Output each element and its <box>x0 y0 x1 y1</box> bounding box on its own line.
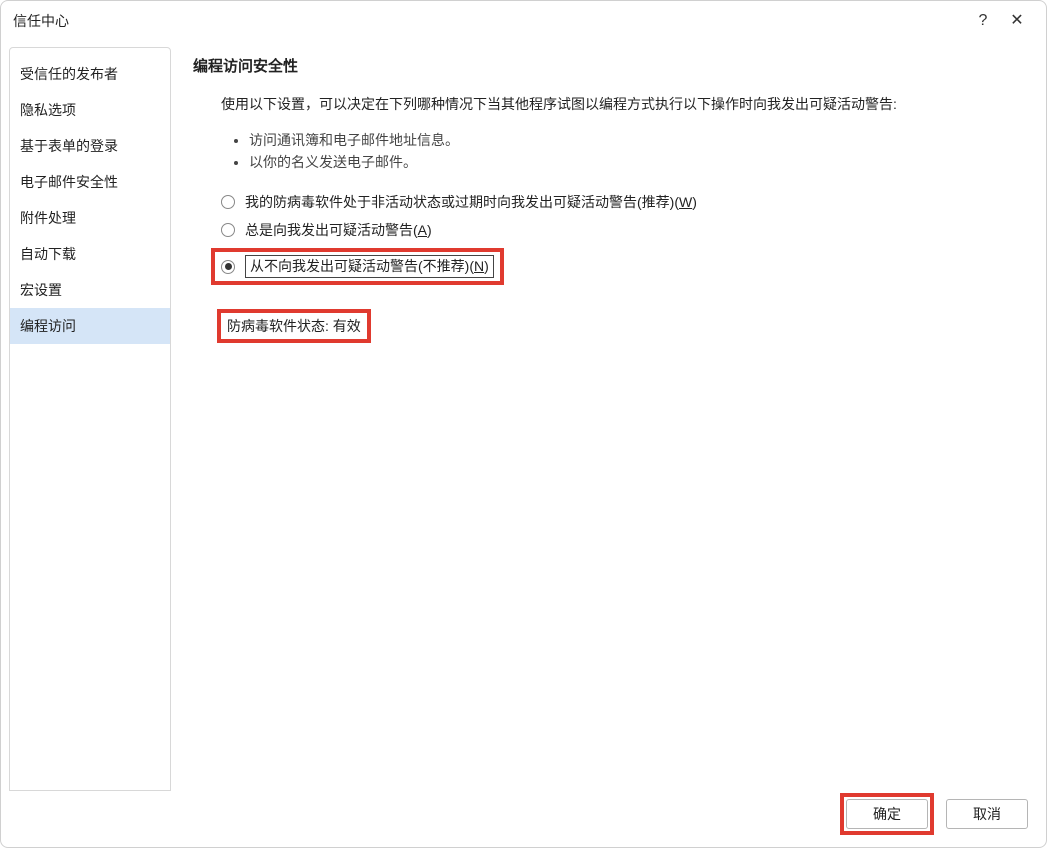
intro-text: 使用以下设置，可以决定在下列哪种情况下当其他程序试图以编程方式执行以下操作时向我… <box>221 94 1032 114</box>
sidebar-item-label: 隐私选项 <box>20 102 76 118</box>
sidebar-item-label: 基于表单的登录 <box>20 138 118 154</box>
sidebar-item-programmatic-access[interactable]: 编程访问 <box>10 308 170 344</box>
sidebar-item-macro-settings[interactable]: 宏设置 <box>10 272 170 308</box>
dialog-title: 信任中心 <box>13 11 966 31</box>
sidebar-item-privacy-options[interactable]: 隐私选项 <box>10 92 170 128</box>
annotation-highlight: 从不向我发出可疑活动警告(不推荐)(N) <box>211 248 504 285</box>
titlebar: 信任中心 ? ✕ <box>1 1 1046 41</box>
sidebar: 受信任的发布者 隐私选项 基于表单的登录 电子邮件安全性 附件处理 自动下载 宏… <box>9 47 171 791</box>
sidebar-item-label: 附件处理 <box>20 210 76 226</box>
sidebar-item-trusted-publishers[interactable]: 受信任的发布者 <box>10 56 170 92</box>
sidebar-item-label: 自动下载 <box>20 246 76 262</box>
bullet-item: 以你的名义发送电子邮件。 <box>249 152 1032 172</box>
annotation-highlight: 确定 <box>840 793 934 835</box>
radio-icon <box>221 260 235 274</box>
radio-option-recommended[interactable]: 我的防病毒软件处于非活动状态或过期时向我发出可疑活动警告(推荐)(W) <box>221 192 1032 212</box>
radio-icon <box>221 223 235 237</box>
radio-icon <box>221 195 235 209</box>
radio-group: 我的防病毒软件处于非活动状态或过期时向我发出可疑活动警告(推荐)(W) 总是向我… <box>221 192 1032 285</box>
radio-label: 总是向我发出可疑活动警告(A) <box>245 220 432 240</box>
cancel-button[interactable]: 取消 <box>946 799 1028 829</box>
main-panel: 编程访问安全性 使用以下设置，可以决定在下列哪种情况下当其他程序试图以编程方式执… <box>181 47 1038 791</box>
dialog-body: 受信任的发布者 隐私选项 基于表单的登录 电子邮件安全性 附件处理 自动下载 宏… <box>1 41 1046 791</box>
bullet-list: 访问通讯簿和电子邮件地址信息。 以你的名义发送电子邮件。 <box>249 130 1032 172</box>
sidebar-item-attachment-handling[interactable]: 附件处理 <box>10 200 170 236</box>
trust-center-dialog: 信任中心 ? ✕ 受信任的发布者 隐私选项 基于表单的登录 电子邮件安全性 附件… <box>0 0 1047 848</box>
sidebar-item-label: 宏设置 <box>20 282 62 298</box>
sidebar-item-label: 受信任的发布者 <box>20 66 118 82</box>
bullet-item: 访问通讯簿和电子邮件地址信息。 <box>249 130 1032 150</box>
section-title: 编程访问安全性 <box>193 55 1032 76</box>
sidebar-item-label: 电子邮件安全性 <box>20 174 118 190</box>
ok-button[interactable]: 确定 <box>846 799 928 829</box>
close-icon[interactable]: ✕ <box>1000 4 1034 38</box>
radio-option-never[interactable]: 从不向我发出可疑活动警告(不推荐)(N) <box>211 248 1032 285</box>
sidebar-item-email-security[interactable]: 电子邮件安全性 <box>10 164 170 200</box>
sidebar-item-label: 编程访问 <box>20 318 76 334</box>
radio-label: 我的防病毒软件处于非活动状态或过期时向我发出可疑活动警告(推荐)(W) <box>245 192 697 212</box>
sidebar-item-auto-download[interactable]: 自动下载 <box>10 236 170 272</box>
dialog-footer: 确定 取消 <box>1 791 1046 847</box>
antivirus-status: 防病毒软件状态: 有效 <box>217 309 1032 343</box>
help-icon[interactable]: ? <box>966 4 1000 38</box>
sidebar-item-form-based-signin[interactable]: 基于表单的登录 <box>10 128 170 164</box>
radio-option-always[interactable]: 总是向我发出可疑活动警告(A) <box>221 220 1032 240</box>
annotation-highlight: 防病毒软件状态: 有效 <box>217 309 371 343</box>
radio-label: 从不向我发出可疑活动警告(不推荐)(N) <box>245 255 494 278</box>
